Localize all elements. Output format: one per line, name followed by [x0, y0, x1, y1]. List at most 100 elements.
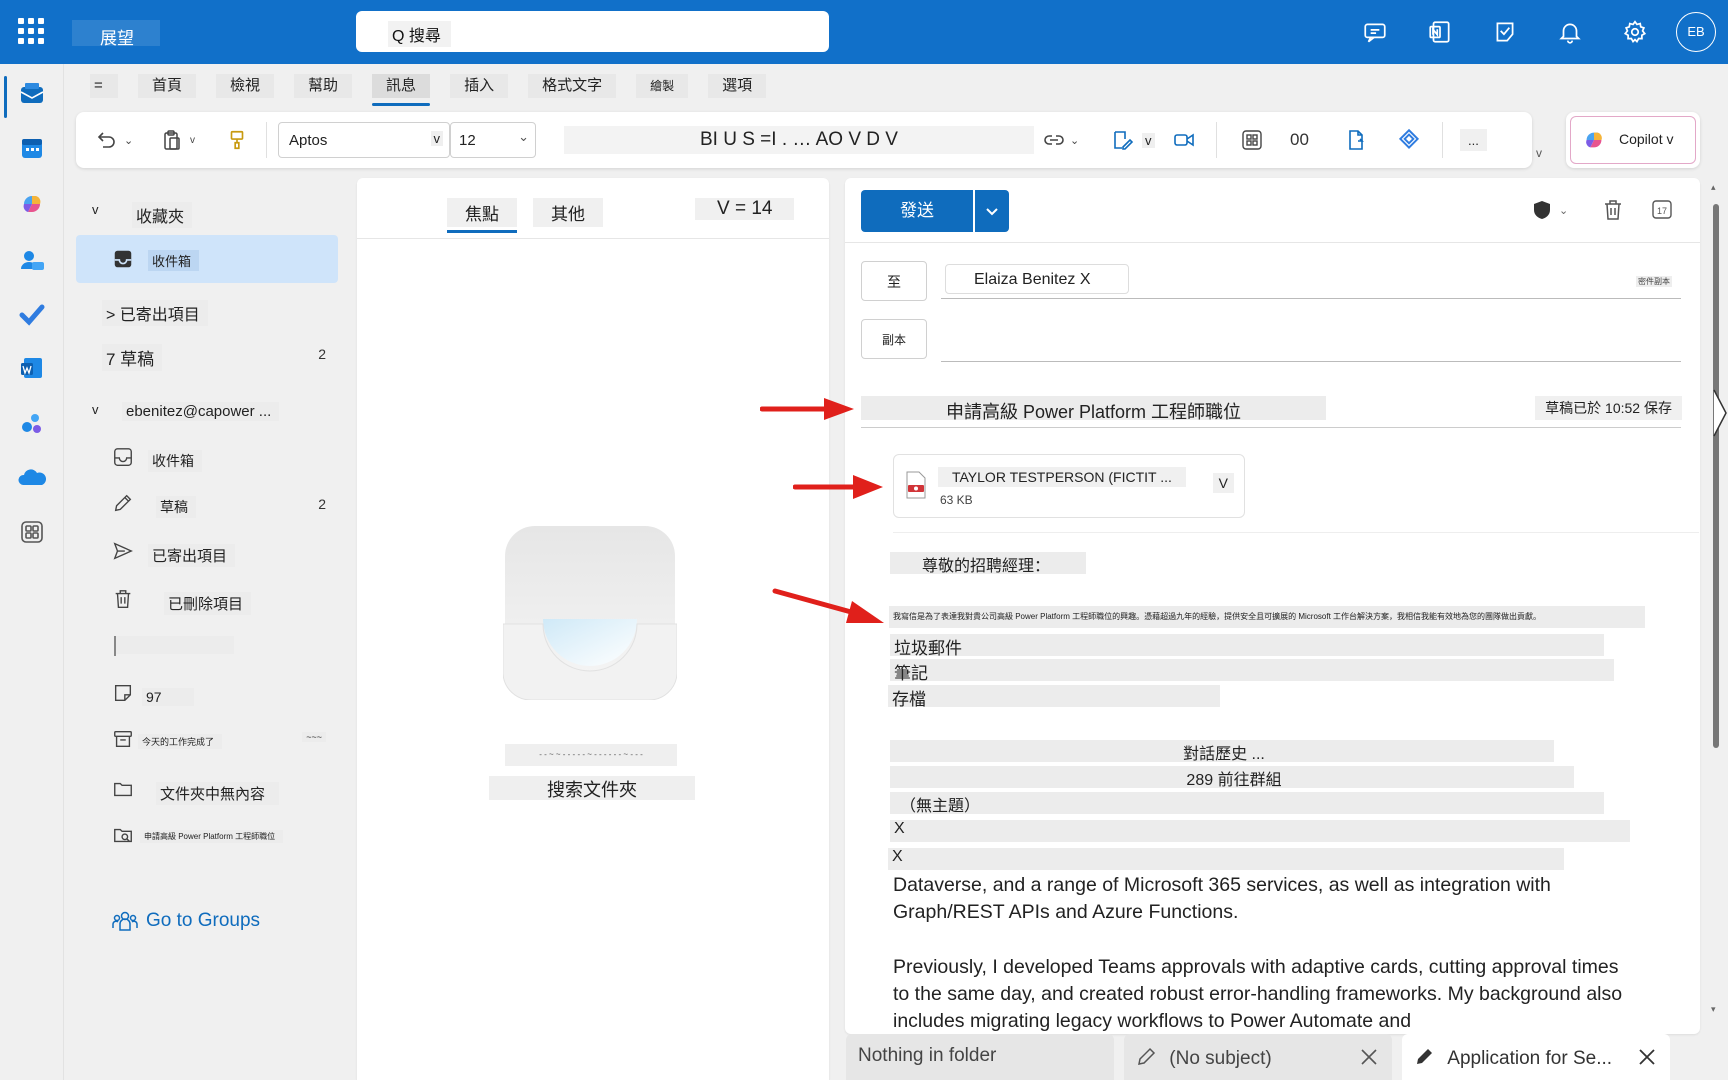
mail-icon[interactable]	[18, 80, 46, 108]
folder-item-notes[interactable]: 97	[76, 674, 338, 714]
sensitivity-shield-icon[interactable]: ⌄	[1533, 200, 1568, 220]
body-x-line-1[interactable]: X	[890, 820, 1630, 842]
folder-item-search-folder[interactable]: 申請高級 Power Platform 工程師職位	[76, 816, 338, 856]
tab-options[interactable]: 選項	[708, 74, 767, 98]
body-conversation-history[interactable]: 對話歷史 ...	[890, 740, 1554, 763]
subject-field[interactable]: 申請高級 Power Platform 工程師職位	[861, 396, 1326, 422]
teams-chat-icon[interactable]	[1362, 19, 1388, 45]
todo-icon[interactable]	[18, 300, 46, 328]
undo-button[interactable]: ⌄	[94, 124, 133, 156]
folder-item-archive[interactable]: 今天的工作完成了 ~~~	[76, 720, 338, 760]
font-family-select[interactable]: Aptos v	[278, 122, 450, 158]
send-button[interactable]: 發送	[861, 190, 973, 232]
search-box[interactable]: Q 搜尋	[356, 11, 829, 52]
compose-scrollbar[interactable]: ▴ ▾	[1708, 178, 1724, 1024]
folder-item-drafts-favorite[interactable]: 7 草稿 2	[76, 334, 338, 374]
people-icon[interactable]	[18, 246, 46, 274]
tab-home[interactable]: 首頁	[138, 74, 197, 98]
attachment-menu-button[interactable]: V	[1212, 473, 1234, 493]
bcc-link[interactable]: 密件副本	[1636, 276, 1672, 287]
recipient-chip[interactable]: Elaiza Benitez X	[945, 264, 1129, 294]
ribbon-toolbar: ⌄ v Aptos v 12 ⌄ BI U S =I . … AO V D V …	[76, 112, 1532, 168]
body-greeting[interactable]: 尊敬的招聘經理：	[890, 552, 1086, 575]
folder-item-sent-favorite[interactable]: > 已寄出項目	[76, 290, 338, 330]
ribbon-collapse-button[interactable]: =	[90, 74, 118, 98]
bottom-tab-application[interactable]: Application for Se...	[1402, 1034, 1670, 1080]
body-paragraph-2[interactable]: Previously, I developed Teams approvals …	[893, 954, 1633, 1034]
paste-button[interactable]: v	[160, 124, 195, 156]
body-line-junk[interactable]: 垃圾郵件	[890, 634, 1604, 658]
word-icon[interactable]	[18, 354, 46, 382]
org-explorer-icon[interactable]	[18, 410, 46, 438]
tab-view[interactable]: 檢視	[216, 74, 275, 98]
bell-icon[interactable]	[1557, 19, 1583, 45]
format-painter-icon[interactable]	[226, 124, 248, 156]
folder-item-inbox-favorite[interactable]: 收件箱	[76, 235, 338, 283]
folder-item-drafts[interactable]: 草稿 2	[76, 484, 338, 524]
onedrive-icon[interactable]	[18, 464, 46, 492]
folder-item-sent[interactable]: 已寄出項目	[76, 532, 338, 572]
favorites-header[interactable]: v 收藏夾	[76, 192, 338, 232]
video-icon[interactable]	[1172, 124, 1196, 156]
body-x-line-2[interactable]: X	[888, 848, 1564, 870]
bottom-tab-empty-folder[interactable]: Nothing in folder	[846, 1034, 1114, 1080]
tab-insert[interactable]: 插入	[450, 74, 509, 98]
close-icon[interactable]	[1638, 1048, 1656, 1066]
sensitivity-icon[interactable]	[1344, 124, 1368, 156]
bottom-tab-no-subject[interactable]: (No subject)	[1124, 1034, 1392, 1080]
tab-help[interactable]: 幫助	[294, 74, 353, 98]
pane-resize-chevron-icon[interactable]	[1712, 388, 1728, 438]
cc-button[interactable]: 副本	[861, 319, 927, 359]
avatar[interactable]: EB	[1676, 12, 1716, 52]
signature-button[interactable]: v	[1110, 124, 1155, 156]
body-no-subject[interactable]: （無主題）	[890, 792, 1604, 815]
send-options-button[interactable]	[975, 190, 1009, 232]
tab-draw[interactable]: 繪製	[636, 74, 689, 98]
body-line-archive[interactable]: 存檔	[888, 685, 1220, 709]
tab-format-text[interactable]: 格式文字	[528, 74, 617, 98]
filter-button[interactable]: V = 14	[695, 198, 795, 220]
apps-grid-icon[interactable]	[1240, 124, 1264, 156]
groups-icon	[112, 911, 138, 931]
font-size-select[interactable]: 12 ⌄	[450, 122, 536, 158]
gear-icon[interactable]	[1622, 19, 1648, 45]
copilot-button[interactable]: Copilot v	[1570, 116, 1696, 164]
app-launcher-icon[interactable]	[18, 18, 44, 44]
pdf-file-icon	[906, 471, 926, 499]
account-header[interactable]: v ebenitez@capower ...	[76, 392, 338, 432]
go-to-groups-link[interactable]: Go to Groups	[112, 910, 260, 932]
folder-item-deleted[interactable]: 已刪除項目	[76, 580, 338, 620]
more-apps-icon[interactable]	[18, 518, 46, 546]
todo-note-icon[interactable]	[1492, 19, 1518, 45]
folder-icon	[114, 782, 132, 797]
schedule-calendar-icon[interactable]: 17	[1651, 198, 1673, 225]
body-line-notes[interactable]: 筆記	[890, 659, 1614, 683]
app-title: 展望	[72, 20, 160, 48]
body-group-link[interactable]: 289 前往群組	[890, 766, 1574, 789]
inbox-icon	[114, 448, 132, 466]
close-icon[interactable]	[1360, 1048, 1378, 1066]
folder-item-inbox[interactable]: 收件箱	[76, 438, 338, 478]
number-icon[interactable]: 00	[1290, 124, 1309, 156]
note-icon	[114, 684, 132, 702]
more-options-button[interactable]: ...	[1460, 129, 1487, 151]
body-paragraph-1[interactable]: Dataverse, and a range of Microsoft 365 …	[893, 872, 1633, 926]
link-icon[interactable]: ⌄	[1042, 124, 1079, 156]
text-format-group[interactable]: BI U S =I . … AO V D V	[564, 126, 1034, 154]
tab-other[interactable]: 其他	[533, 198, 603, 227]
copilot-icon[interactable]	[18, 190, 46, 218]
scroll-thumb[interactable]	[1713, 204, 1719, 748]
body-intro[interactable]: 我寫信是為了表達我對貴公司高級 Power Platform 工程師職位的興趣。…	[889, 606, 1645, 628]
folder-item-unnamed[interactable]	[76, 626, 338, 666]
calendar-icon[interactable]	[18, 134, 46, 162]
tab-focused[interactable]: 焦點	[447, 198, 517, 233]
folder-item-empty-folder[interactable]: 文件夾中無內容	[76, 770, 338, 810]
ribbon-expand-button[interactable]: v	[1536, 146, 1542, 160]
onenote-icon[interactable]	[1427, 19, 1453, 45]
search-folder-button[interactable]: 搜索文件夾	[489, 776, 695, 800]
attachment-card[interactable]: TAYLOR TESTPERSON (FICTIT ... 63 KB V	[893, 454, 1245, 518]
loop-icon[interactable]	[1396, 124, 1422, 156]
tab-message[interactable]: 訊息	[372, 74, 431, 106]
discard-trash-icon[interactable]	[1601, 198, 1625, 227]
to-button[interactable]: 至	[861, 261, 927, 301]
